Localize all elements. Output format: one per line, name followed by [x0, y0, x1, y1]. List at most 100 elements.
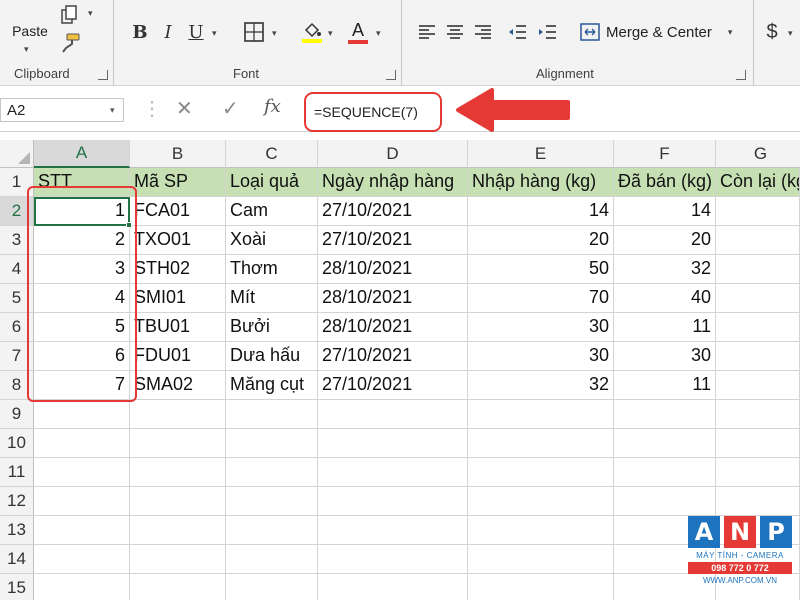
font-color-icon[interactable]: A: [346, 18, 370, 46]
cell-c9[interactable]: [226, 400, 318, 429]
cell-c11[interactable]: [226, 458, 318, 487]
bold-button[interactable]: B: [130, 20, 150, 44]
cell-d13[interactable]: [318, 516, 468, 545]
cell-c5[interactable]: Mít: [226, 284, 318, 313]
underline-dropdown-icon[interactable]: ▾: [212, 28, 217, 39]
fill-color-icon[interactable]: [300, 18, 324, 46]
enter-icon[interactable]: ✓: [222, 96, 239, 121]
cell-f6[interactable]: 11: [614, 313, 716, 342]
cell-g8[interactable]: [716, 371, 800, 400]
cell-a11[interactable]: [34, 458, 130, 487]
cell-c7[interactable]: Dưa hấu: [226, 342, 318, 371]
insert-function-icon[interactable]: fx: [264, 96, 281, 117]
column-header-f[interactable]: F: [614, 140, 716, 168]
cell-b6[interactable]: TBU01: [130, 313, 226, 342]
row-header-13[interactable]: 13: [0, 516, 34, 545]
cell-f3[interactable]: 20: [614, 226, 716, 255]
cell-b7[interactable]: FDU01: [130, 342, 226, 371]
copy-icon[interactable]: [58, 4, 82, 26]
cell-b10[interactable]: [130, 429, 226, 458]
cell-b11[interactable]: [130, 458, 226, 487]
cell-b9[interactable]: [130, 400, 226, 429]
cell-c1[interactable]: Loại quả: [226, 168, 318, 197]
cell-a9[interactable]: [34, 400, 130, 429]
cell-d6[interactable]: 28/10/2021: [318, 313, 468, 342]
merge-center-button[interactable]: Merge & Center ▾: [580, 20, 740, 44]
cell-d8[interactable]: 27/10/2021: [318, 371, 468, 400]
merge-dropdown-icon[interactable]: ▾: [728, 27, 733, 38]
row-header-12[interactable]: 12: [0, 487, 34, 516]
cell-c12[interactable]: [226, 487, 318, 516]
decrease-indent-icon[interactable]: [506, 22, 528, 42]
cell-b2[interactable]: FCA01: [130, 197, 226, 226]
alignment-launcher-icon[interactable]: [736, 70, 746, 80]
cell-d10[interactable]: [318, 429, 468, 458]
cell-b8[interactable]: SMA02: [130, 371, 226, 400]
cell-c10[interactable]: [226, 429, 318, 458]
borders-icon[interactable]: [242, 20, 266, 44]
format-painter-icon[interactable]: [58, 32, 82, 54]
cell-d3[interactable]: 27/10/2021: [318, 226, 468, 255]
cell-g7[interactable]: [716, 342, 800, 371]
cell-b12[interactable]: [130, 487, 226, 516]
cell-e7[interactable]: 30: [468, 342, 614, 371]
select-all-corner[interactable]: [0, 140, 34, 168]
font-launcher-icon[interactable]: [386, 70, 396, 80]
cell-f10[interactable]: [614, 429, 716, 458]
borders-dropdown-icon[interactable]: ▾: [272, 28, 277, 39]
cell-g6[interactable]: [716, 313, 800, 342]
cell-f5[interactable]: 40: [614, 284, 716, 313]
column-header-a[interactable]: A: [34, 140, 130, 168]
cell-e3[interactable]: 20: [468, 226, 614, 255]
column-header-b[interactable]: B: [130, 140, 226, 168]
cell-g4[interactable]: [716, 255, 800, 284]
row-header-11[interactable]: 11: [0, 458, 34, 487]
cell-e8[interactable]: 32: [468, 371, 614, 400]
cell-a10[interactable]: [34, 429, 130, 458]
cell-c15[interactable]: [226, 574, 318, 600]
cell-e6[interactable]: 30: [468, 313, 614, 342]
cell-e4[interactable]: 50: [468, 255, 614, 284]
cell-b14[interactable]: [130, 545, 226, 574]
cell-f2[interactable]: 14: [614, 197, 716, 226]
italic-button[interactable]: I: [158, 20, 178, 44]
cell-a12[interactable]: [34, 487, 130, 516]
cell-a14[interactable]: [34, 545, 130, 574]
cancel-icon[interactable]: ✕: [176, 96, 193, 121]
cell-b15[interactable]: [130, 574, 226, 600]
cell-g5[interactable]: [716, 284, 800, 313]
clipboard-launcher-icon[interactable]: [98, 70, 108, 80]
cell-d2[interactable]: 27/10/2021: [318, 197, 468, 226]
cell-c4[interactable]: Thơm: [226, 255, 318, 284]
cell-e12[interactable]: [468, 487, 614, 516]
paste-button[interactable]: Paste: [8, 2, 52, 46]
cell-d7[interactable]: 27/10/2021: [318, 342, 468, 371]
cell-g11[interactable]: [716, 458, 800, 487]
cell-d5[interactable]: 28/10/2021: [318, 284, 468, 313]
cell-c13[interactable]: [226, 516, 318, 545]
row-header-10[interactable]: 10: [0, 429, 34, 458]
cell-e2[interactable]: 14: [468, 197, 614, 226]
cell-d14[interactable]: [318, 545, 468, 574]
cell-d1[interactable]: Ngày nhập hàng: [318, 168, 468, 197]
align-center-icon[interactable]: [444, 22, 466, 42]
cell-c3[interactable]: Xoài: [226, 226, 318, 255]
cell-b3[interactable]: TXO01: [130, 226, 226, 255]
cell-e10[interactable]: [468, 429, 614, 458]
font-color-dropdown-icon[interactable]: ▾: [376, 28, 381, 39]
align-left-icon[interactable]: [416, 22, 438, 42]
cell-b13[interactable]: [130, 516, 226, 545]
column-header-d[interactable]: D: [318, 140, 468, 168]
cell-f12[interactable]: [614, 487, 716, 516]
underline-button[interactable]: U: [186, 20, 206, 44]
cell-g3[interactable]: [716, 226, 800, 255]
column-header-g[interactable]: G: [716, 140, 800, 168]
cell-g1[interactable]: Còn lại (kg): [716, 168, 800, 197]
cell-d4[interactable]: 28/10/2021: [318, 255, 468, 284]
cell-c14[interactable]: [226, 545, 318, 574]
currency-button[interactable]: $: [762, 20, 782, 44]
cell-f11[interactable]: [614, 458, 716, 487]
copy-dropdown-icon[interactable]: ▾: [88, 8, 93, 19]
cell-d12[interactable]: [318, 487, 468, 516]
cell-b1[interactable]: Mã SP: [130, 168, 226, 197]
